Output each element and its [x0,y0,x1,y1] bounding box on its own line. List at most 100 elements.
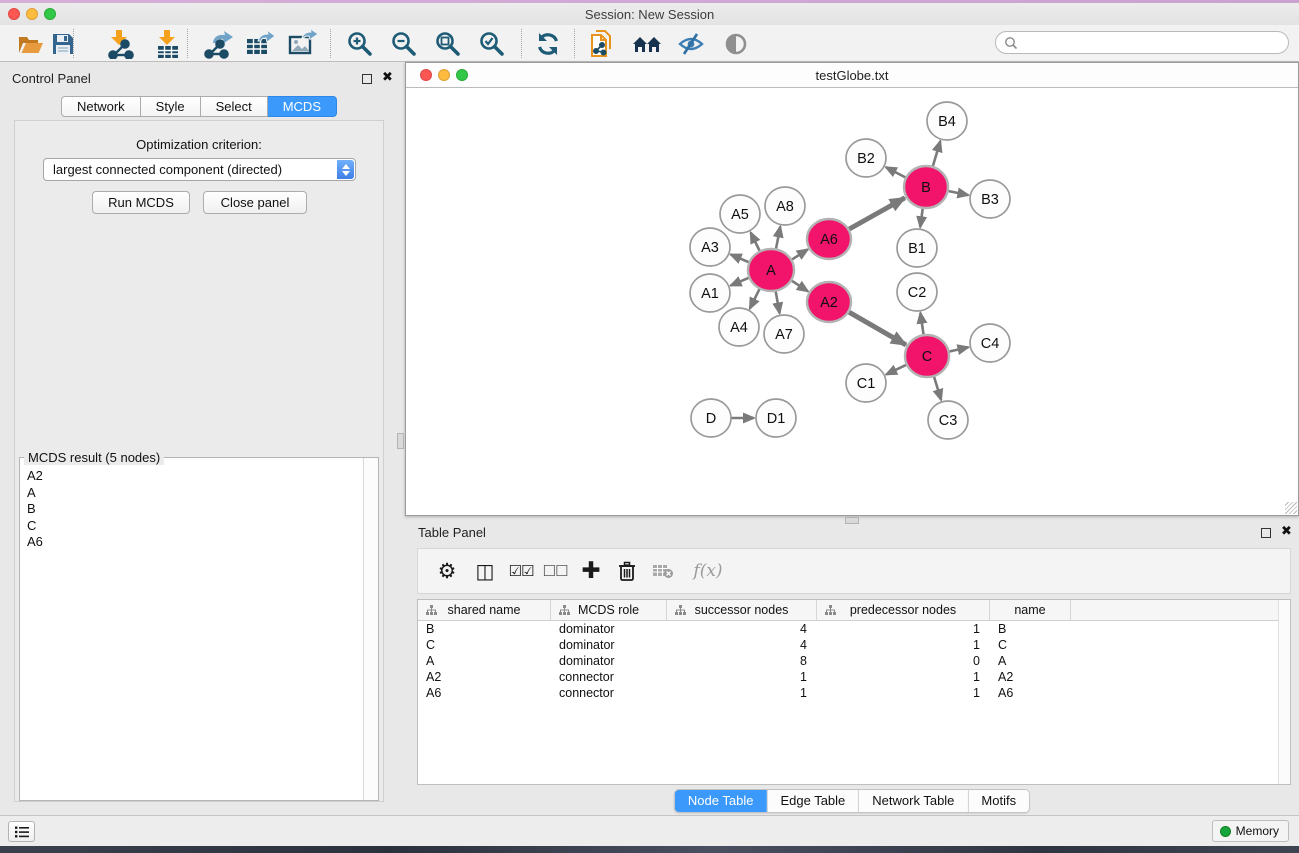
table-cell[interactable]: 1 [817,621,990,637]
column-header-successor-nodes[interactable]: successor nodes [667,600,817,620]
table-cell[interactable]: A [990,653,1071,669]
memory-button[interactable]: Memory [1212,820,1289,842]
node-A2[interactable]: A2 [807,282,851,322]
tab-edge-table[interactable]: Edge Table [766,790,858,812]
unselect-all-columns-icon[interactable]: ☐☐ [540,556,570,586]
column-header-predecessor-nodes[interactable]: predecessor nodes [817,600,990,620]
zoom-in-button[interactable] [343,28,377,59]
table-cell[interactable]: 0 [817,653,990,669]
table-cell[interactable]: 1 [817,637,990,653]
hide-graphics-button[interactable] [674,28,708,59]
node-D1[interactable]: D1 [756,399,796,437]
vertical-splitter-handle[interactable] [397,433,404,449]
select-all-columns-icon[interactable]: ☑☑ [506,556,536,586]
node-B3[interactable]: B3 [970,180,1010,218]
edge-C-C3[interactable] [933,374,941,400]
table-row[interactable]: A6connector11A6 [418,685,1290,701]
export-network-button[interactable] [201,28,235,59]
table-scrollbar[interactable] [1278,600,1290,784]
node-A7[interactable]: A7 [764,315,804,353]
table-cell[interactable]: connector [551,669,667,685]
window-resize-grip[interactable] [1285,502,1297,514]
node-A6[interactable]: A6 [807,219,851,259]
table-cell[interactable]: 1 [667,685,817,701]
export-image-button[interactable] [286,28,320,59]
table-settings-gear-icon[interactable]: ⚙ [432,556,462,586]
edge-B-B1[interactable] [920,206,923,227]
mcds-result-item[interactable]: B [27,501,356,518]
table-cell[interactable]: dominator [551,637,667,653]
zoom-fit-button[interactable] [431,28,465,59]
result-scrollbar[interactable] [363,458,378,800]
tab-mcds[interactable]: MCDS [268,96,337,117]
edge-C-C2[interactable] [920,313,924,337]
edge-C-C1[interactable] [886,364,909,375]
node-A[interactable]: A [748,249,794,291]
node-C3[interactable]: C3 [928,401,968,439]
table-cell[interactable]: 4 [667,621,817,637]
tab-style[interactable]: Style [141,96,201,117]
table-cell[interactable]: B [990,621,1071,637]
close-panel-button[interactable]: Close panel [203,191,307,214]
table-cell[interactable]: dominator [551,621,667,637]
table-cell[interactable]: 1 [817,685,990,701]
node-B1[interactable]: B1 [897,229,937,267]
show-columns-icon[interactable]: ◫ [470,556,500,586]
export-table-button[interactable] [243,28,277,59]
table-row[interactable]: A2connector11A2 [418,669,1290,685]
table-row[interactable]: Bdominator41B [418,621,1290,637]
table-cell[interactable]: 1 [667,669,817,685]
edge-B-B3[interactable] [946,191,969,196]
edge-A-A2[interactable] [789,279,808,291]
close-table-panel-icon[interactable]: ✖ [1281,527,1292,537]
edge-A-A7[interactable] [775,289,779,314]
show-panels-list-button[interactable] [8,821,35,842]
table-cell[interactable]: 1 [817,669,990,685]
edge-A-A5[interactable] [751,232,761,253]
import-table-button[interactable] [150,28,184,59]
table-row[interactable]: Adominator80A [418,653,1290,669]
table-cell[interactable]: A2 [990,669,1071,685]
edge-A-A4[interactable] [750,287,761,309]
run-mcds-button[interactable]: Run MCDS [92,191,190,214]
node-A1[interactable]: A1 [690,274,730,312]
home-layout-button[interactable] [630,28,664,59]
edge-B-B2[interactable] [886,167,908,179]
search-input[interactable] [1018,36,1288,50]
edge-A6-B[interactable] [847,198,905,231]
node-A3[interactable]: A3 [690,228,730,266]
table-cell[interactable]: A6 [990,685,1071,701]
node-C[interactable]: C [905,335,949,377]
tab-select[interactable]: Select [201,96,268,117]
open-session-button[interactable] [13,28,47,59]
mcds-result-item[interactable]: C [27,518,356,535]
mcds-result-list[interactable]: A2ABCA6 [21,466,362,799]
node-A8[interactable]: A8 [765,187,805,225]
node-C2[interactable]: C2 [897,273,937,311]
float-panel-icon[interactable] [362,74,372,84]
edge-B-B4[interactable] [932,141,940,169]
node-C4[interactable]: C4 [970,324,1010,362]
table-cell[interactable]: A2 [418,669,551,685]
table-cell[interactable]: 4 [667,637,817,653]
table-cell[interactable]: A6 [418,685,551,701]
zoom-out-button[interactable] [387,28,421,59]
mcds-result-item[interactable]: A6 [27,534,356,551]
mcds-result-item[interactable]: A2 [27,468,356,485]
table-cell[interactable]: 8 [667,653,817,669]
mcds-result-item[interactable]: A [27,485,356,502]
table-cell[interactable]: C [418,637,551,653]
close-panel-icon[interactable]: ✖ [382,73,393,83]
edge-A2-C[interactable] [847,311,906,345]
table-cell[interactable]: connector [551,685,667,701]
import-network-button[interactable] [103,28,137,59]
float-table-panel-icon[interactable] [1261,528,1271,538]
node-D[interactable]: D [691,399,731,437]
node-B4[interactable]: B4 [927,102,967,140]
network-graph[interactable]: AA2A6BCA1A3A4A5A7A8B1B2B3B4C1C2C3C4DD1 [406,89,1298,515]
network-canvas[interactable]: AA2A6BCA1A3A4A5A7A8B1B2B3B4C1C2C3C4DD1 [406,89,1298,515]
column-header-shared-name[interactable]: shared name [418,600,551,620]
tab-network-table[interactable]: Network Table [858,790,967,812]
node-A5[interactable]: A5 [720,195,760,233]
table-cell[interactable]: B [418,621,551,637]
